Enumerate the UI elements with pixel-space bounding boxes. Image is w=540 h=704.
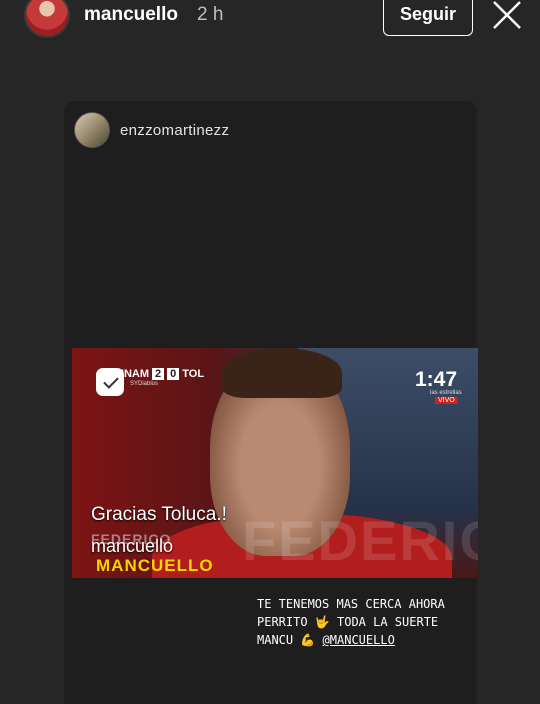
story-text: TE TENEMOS MAS CERCA AHORA PERRITO 🤟 TOD… [257,595,467,649]
follow-button[interactable]: Seguir [383,0,473,36]
game-clock: 1:47 [415,368,458,391]
username[interactable]: mancuello [84,4,178,26]
flexed-biceps-emoji-icon: 💪 [300,633,316,647]
network-name: las estrellas [430,390,462,396]
repost-avatar[interactable] [74,112,110,148]
boomerang-icon[interactable] [96,368,124,396]
story-word-mancu: MANCU [257,633,294,647]
video-frame[interactable]: FEDERICO UNAM 2 0 TOL SYDiablos 1:47 las… [72,348,478,578]
story-line-2: PERRITO 🤟 TODA LA SUERTE [257,613,467,631]
repost-username[interactable]: enzzomartinezz [120,122,229,139]
story-header: mancuello 2 h Seguir [0,0,540,44]
away-team: TOL [182,368,205,380]
rock-hand-emoji-icon: 🤟 [314,615,330,629]
scoreboard: UNAM 2 0 TOL [116,368,204,380]
watermark-text: FEDERICO [242,509,478,572]
story-word-perrito: PERRITO [257,615,308,629]
story-line-1: TE TENEMOS MAS CERCA AHORA [257,597,445,611]
video-caption: Gracias Toluca.! [91,504,227,525]
story-line-3: MANCU 💪 @MANCUELLO [257,631,467,649]
live-badge: VIVO [435,397,458,404]
mention-link[interactable]: @MANCUELLO [323,633,395,647]
player-name-bar: MANCUELLO [96,556,214,575]
home-goals: 2 [152,368,165,380]
post-time: 2 h [197,4,224,25]
player-hair [222,348,342,398]
sponsor-text: SYDiablos [130,381,159,387]
avatar[interactable] [24,0,70,38]
away-goals: 0 [167,368,180,380]
story-phrase: TODA LA SUERTE [337,615,439,629]
caption-handle: mancuello [91,536,174,556]
close-icon[interactable] [490,0,524,30]
